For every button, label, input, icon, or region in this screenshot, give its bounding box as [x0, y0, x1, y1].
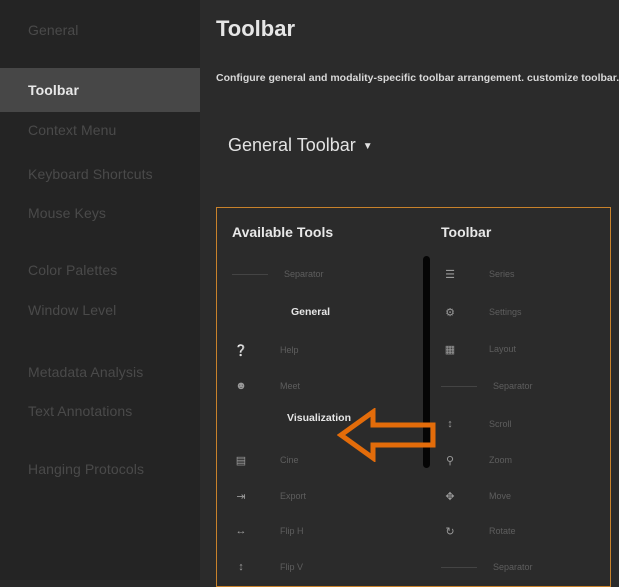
gear-icon: ⚙	[445, 306, 455, 319]
sidebar-item-keyboard-shortcuts[interactable]: Keyboard Shortcuts	[0, 152, 200, 196]
toolbar-separator-label-2: Separator	[493, 562, 533, 572]
available-tools-header: Available Tools	[232, 224, 334, 240]
sidebar-item-toolbar[interactable]: Toolbar	[0, 68, 200, 112]
available-cine-item[interactable]: ▤ Cine	[232, 450, 299, 470]
available-help-item[interactable]: ❔ Help	[232, 340, 299, 360]
section-general-heading: General	[291, 306, 331, 318]
rotate-icon: ↻	[445, 525, 455, 538]
settings-label: Settings	[489, 307, 522, 317]
toolbar-rotate-item[interactable]: ↻ Rotate	[441, 521, 516, 541]
caret-down-icon: ▼	[362, 141, 373, 152]
dropdown-label: General Toolbar	[228, 135, 356, 155]
toolbar-layout-item[interactable]: ▦ Layout	[441, 339, 516, 359]
flip-v-label: Flip V	[280, 562, 304, 572]
list-icon: ☰	[445, 268, 455, 281]
page-title: Toolbar	[216, 16, 296, 41]
sidebar-item-general[interactable]: General	[0, 8, 200, 52]
toolbar-zoom-item[interactable]: ⚲ Zoom	[441, 450, 512, 470]
cine-label: Cine	[280, 455, 299, 465]
flip-vertical-icon: ↕	[238, 561, 244, 573]
toolbar-column-header: Toolbar	[441, 224, 492, 240]
help-icon: ❔	[234, 344, 248, 357]
export-label: Export	[280, 491, 307, 501]
available-separator-item[interactable]: Separator	[232, 264, 324, 284]
sidebar-item-color-palettes[interactable]: Color Palettes	[0, 248, 200, 292]
sidebar-item-hanging-protocols[interactable]: Hanging Protocols	[0, 447, 200, 491]
annotation-arrow-left-icon	[337, 408, 436, 462]
main-content: Toolbar Configure general and modality-s…	[200, 0, 619, 587]
scroll-vertical-icon: ↕	[447, 418, 453, 430]
toolbar-separator-item[interactable]: Separator	[441, 376, 533, 396]
separator-line	[232, 273, 268, 275]
move-label: Move	[489, 491, 512, 501]
layout-label: Layout	[489, 344, 517, 354]
magnifier-icon: ⚲	[445, 454, 455, 467]
scroll-label: Scroll	[489, 419, 512, 429]
sidebar-item-text-annotations[interactable]: Text Annotations	[0, 389, 200, 433]
toolbar-separator-label: Separator	[493, 381, 533, 391]
group-people-icon: ☻	[235, 380, 247, 392]
settings-sidebar: General Toolbar Context Menu Keyboard Sh…	[0, 0, 200, 580]
move-arrows-icon: ✥	[445, 490, 455, 503]
toolbar-settings-item[interactable]: ⚙ Settings	[441, 302, 522, 322]
toolbar-series-item[interactable]: ☰ Series	[441, 264, 515, 284]
available-separator-label: Separator	[284, 269, 324, 279]
rotate-label: Rotate	[489, 526, 516, 536]
available-flip-v-item[interactable]: ↕ Flip V	[232, 557, 303, 577]
help-label: Help	[280, 345, 299, 355]
sidebar-item-context-menu[interactable]: Context Menu	[0, 108, 200, 152]
film-icon: ▤	[235, 454, 247, 467]
series-label: Series	[489, 269, 515, 279]
toolbar-move-item[interactable]: ✥ Move	[441, 486, 511, 506]
available-meet-item[interactable]: ☻ Meet	[232, 376, 300, 396]
separator-line	[441, 566, 477, 568]
export-icon: ⇥	[236, 490, 246, 503]
grid-layout-icon: ▦	[444, 343, 456, 356]
toolbar-scroll-item[interactable]: ↕ Scroll	[441, 414, 512, 434]
flip-h-label: Flip H	[280, 526, 304, 536]
available-flip-h-item[interactable]: ↔ Flip H	[232, 521, 304, 541]
available-export-item[interactable]: ⇥ Export	[232, 486, 306, 506]
flip-horizontal-icon: ↔	[235, 525, 247, 537]
toolbar-separator-item-2[interactable]: Separator	[441, 557, 533, 577]
sidebar-item-metadata-analysis[interactable]: Metadata Analysis	[0, 350, 200, 394]
page-description: Configure general and modality-specific …	[216, 72, 619, 84]
toolbar-editor-panel: Available Tools Toolbar Separator Genera…	[216, 207, 611, 587]
zoom-label: Zoom	[489, 455, 513, 465]
sidebar-item-window-level[interactable]: Window Level	[0, 288, 200, 332]
toolbar-select-dropdown[interactable]: General Toolbar ▼	[228, 135, 373, 156]
meet-label: Meet	[280, 381, 301, 391]
separator-line	[441, 385, 477, 387]
sidebar-item-mouse-keys[interactable]: Mouse Keys	[0, 191, 200, 235]
